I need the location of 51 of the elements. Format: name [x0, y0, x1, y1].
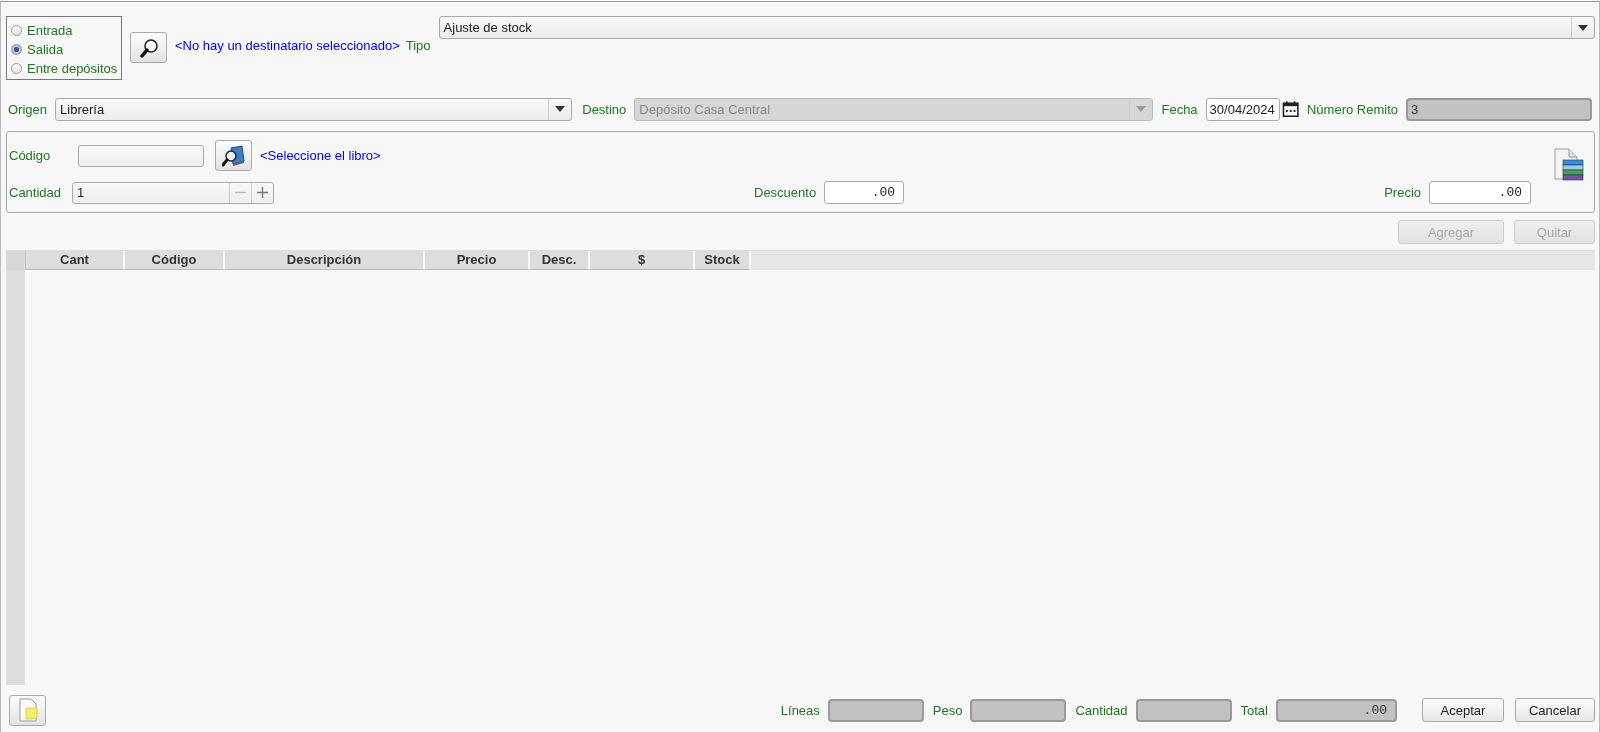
book-search-button[interactable] [215, 140, 252, 171]
column-header[interactable]: Desc. [530, 251, 590, 270]
field-label: Peso [932, 702, 963, 718]
accept-button[interactable]: Aceptar [1422, 698, 1504, 722]
field-label: Descuento [754, 185, 817, 200]
discount-field[interactable]: .00 [824, 181, 905, 204]
radio-button[interactable] [11, 24, 22, 36]
calendar-icon [1281, 100, 1299, 118]
code-field[interactable] [78, 144, 204, 167]
total-field[interactable]: .00 [1276, 698, 1397, 722]
date-field[interactable]: 30/04/2024 [1205, 97, 1280, 121]
search-icon [138, 37, 159, 58]
cancel-button[interactable]: Cancelar [1515, 698, 1595, 722]
field-label: Total [1240, 702, 1268, 718]
column-header[interactable]: Descripción [225, 251, 425, 270]
column-header[interactable]: $ [590, 251, 695, 270]
book-search-icon [221, 144, 246, 167]
total-field[interactable] [970, 698, 1067, 722]
total-field[interactable] [1135, 698, 1232, 722]
column-header[interactable]: Stock [695, 251, 751, 270]
radio-label[interactable]: Entrada [27, 22, 73, 38]
field-label: Fecha [1161, 101, 1198, 117]
column-header[interactable]: Precio [425, 251, 530, 270]
remito-number-field[interactable]: 3 [1406, 97, 1592, 121]
radio-label[interactable]: Entre depósitos [27, 60, 118, 76]
document-stack-icon [1551, 148, 1585, 182]
field-label: Líneas [780, 702, 820, 718]
tipo-dropdown[interactable]: Ajuste de stock [438, 16, 1595, 39]
column-header[interactable]: Código [125, 251, 225, 270]
field-label: Cantidad [9, 185, 63, 200]
field-label: Cantidad [1075, 702, 1128, 718]
field-label: Destino [582, 101, 627, 117]
recipient-link[interactable]: <No hay un destinatario seleccionado> [175, 38, 400, 53]
plus-icon [257, 187, 268, 198]
field-label: Tipo [405, 38, 431, 53]
search-button[interactable] [130, 32, 167, 63]
total-field[interactable] [827, 698, 924, 722]
field-label: Número Remito [1306, 101, 1398, 117]
new-note-button[interactable] [9, 694, 46, 726]
radio-button[interactable] [11, 43, 22, 55]
book-link[interactable]: <Seleccione el libro> [260, 148, 381, 163]
field-label: Código [9, 148, 52, 163]
field-label: Origen [8, 101, 48, 117]
origen-dropdown[interactable]: Librería [55, 97, 573, 121]
radio-label[interactable]: Salida [27, 41, 64, 57]
column-header[interactable]: Cant [26, 251, 125, 270]
radio-button[interactable] [11, 62, 22, 74]
field-label: Precio [1384, 185, 1421, 200]
note-page-icon [16, 698, 39, 722]
quantity-spinner[interactable]: 1 [72, 181, 274, 204]
price-field[interactable]: .00 [1429, 181, 1531, 204]
